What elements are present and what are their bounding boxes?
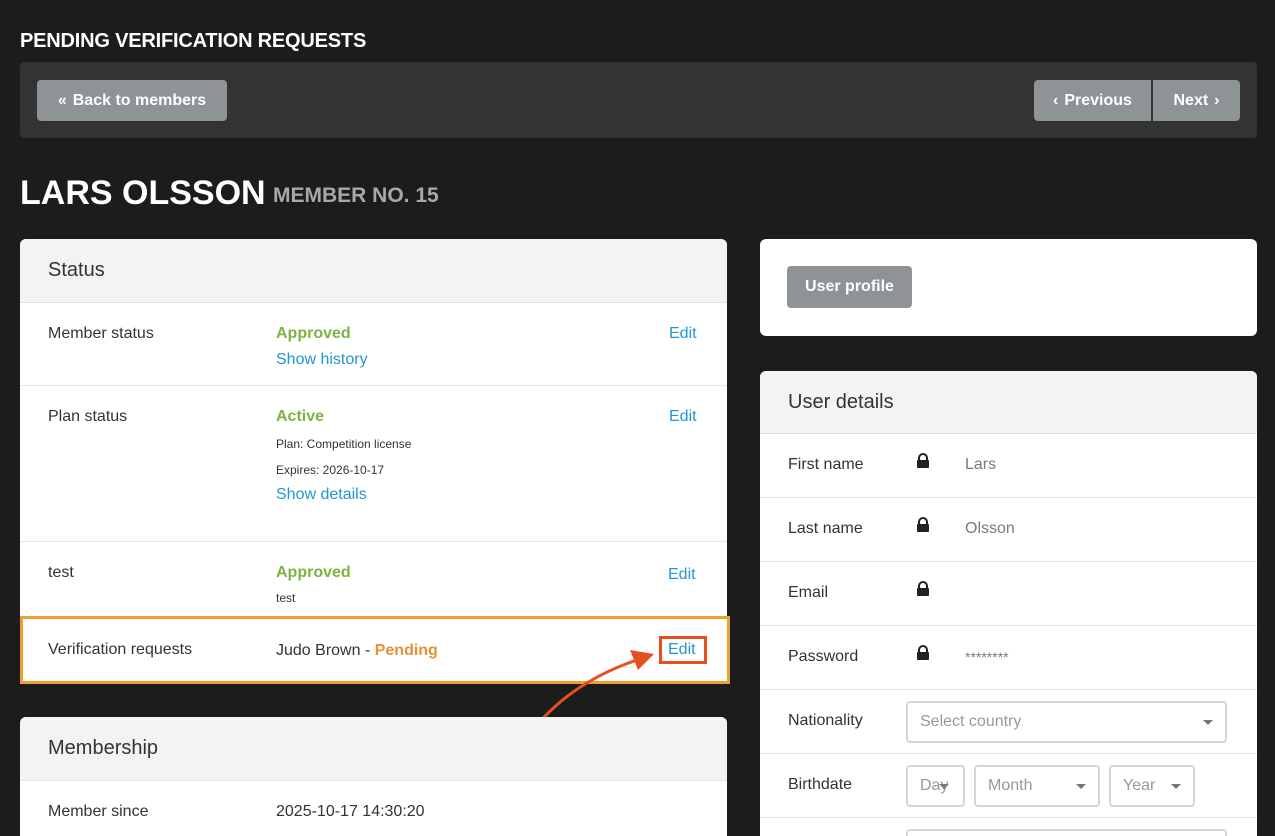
next-field-select[interactable] (906, 829, 1227, 836)
first-name-value: Lars (965, 456, 997, 473)
lock-icon (917, 517, 929, 532)
year-placeholder: Year (1123, 777, 1156, 794)
member-since-label: Member since (48, 803, 149, 820)
member-since-value: 2025-10-17 14:30:20 (276, 803, 425, 820)
email-label: Email (788, 584, 829, 601)
first-name-label: First name (788, 456, 864, 473)
profile-panel: User profile (760, 239, 1257, 336)
birthdate-label: Birthdate (788, 776, 853, 793)
nationality-select[interactable]: Select country (906, 701, 1227, 743)
birth-day-select[interactable]: Day (906, 765, 965, 807)
month-placeholder: Month (988, 777, 1033, 794)
nationality-placeholder: Select country (920, 713, 1022, 730)
chevron-down-icon (1203, 720, 1213, 725)
password-label: Password (788, 648, 859, 665)
user-details-panel: User details First name Lars Last name O… (760, 371, 1257, 836)
user-details-title: User details (760, 371, 1257, 434)
birthdate-row: Birthdate Day Month Year (760, 754, 1257, 818)
birth-month-select[interactable]: Month (974, 765, 1100, 807)
lock-icon (917, 645, 929, 660)
nationality-row: Nationality Select country (760, 690, 1257, 754)
last-name-label: Last name (788, 520, 863, 537)
nationality-label: Nationality (788, 712, 863, 729)
lock-icon (917, 453, 929, 468)
lock-icon (917, 581, 929, 596)
chevron-down-icon (1171, 784, 1181, 789)
user-profile-button[interactable]: User profile (787, 266, 912, 308)
password-row: Password ******** (760, 626, 1257, 690)
chevron-down-icon (1076, 784, 1086, 789)
password-value: ******** (965, 649, 1009, 665)
last-name-row: Last name Olsson (760, 498, 1257, 562)
chevron-down-icon (939, 784, 949, 789)
membership-panel-title: Membership (20, 717, 727, 781)
birth-year-select[interactable]: Year (1109, 765, 1195, 807)
membership-panel: Membership Member since 2025-10-17 14:30… (20, 717, 727, 836)
first-name-row: First name Lars (760, 434, 1257, 498)
email-row: Email (760, 562, 1257, 626)
last-name-value: Olsson (965, 520, 1015, 537)
